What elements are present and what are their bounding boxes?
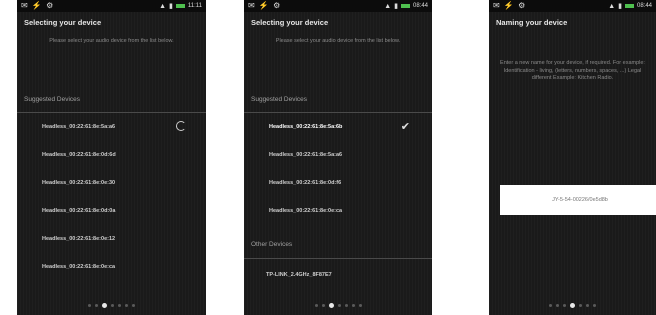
device-item[interactable]: Headless_00:22:61:8e:5a:a6 (17, 116, 206, 140)
page-dot[interactable] (351, 304, 355, 307)
page-title: Selecting your device (24, 18, 102, 27)
device-item-selected[interactable]: Headless_00:22:61:8e:5a:6b ✔ (244, 116, 432, 140)
page-title: Selecting your device (251, 18, 329, 27)
status-right: ▲ ▮ 11:11 (159, 2, 202, 11)
page-dot[interactable] (132, 304, 135, 307)
signal-icon: ▮ (394, 3, 398, 10)
device-item[interactable]: Headless_00:22:61:8e:0d:0a (17, 200, 206, 224)
wifi-icon: ▲ (159, 2, 167, 10)
device-label: Headless_00:22:61:8e:0d:f6 (269, 180, 342, 186)
page-indicator (489, 303, 656, 308)
instructions-text: Please select your audio device from the… (275, 38, 401, 44)
section-divider (17, 112, 206, 113)
instructions-text: Enter a new name for your device, if req… (500, 60, 645, 82)
status-bar: ✉ ⚡ ⚙ ▲ ▮ 11:11 (17, 0, 206, 12)
page-title: Naming your device (496, 18, 568, 27)
page-dot-active[interactable] (328, 303, 334, 308)
notification-icons: ✉ ⚡ ⚙ (248, 1, 282, 10)
device-item[interactable]: Headless_00:22:61:8e:0e:ca (244, 200, 432, 224)
phone-screen-3: ✉ ⚡ ⚙ ▲ ▮ 08:44 Naming your device Enter… (489, 0, 656, 315)
page-dot-active[interactable] (102, 303, 107, 308)
device-item[interactable]: Headless_00:22:61:8e:5a:a6 (244, 144, 432, 168)
device-label: Headless_00:22:61:8e:0e:ca (269, 208, 343, 214)
device-label: Headless_00:22:61:8e:0e:12 (42, 236, 116, 242)
device-label: Headless_00:22:61:8e:0d:6d (42, 152, 116, 158)
page-dot[interactable] (118, 304, 121, 307)
device-item[interactable]: Headless_00:22:61:8e:0d:6d (17, 144, 206, 168)
page-dot[interactable] (337, 304, 341, 307)
section-divider (244, 112, 432, 113)
page-dot[interactable] (111, 304, 114, 307)
device-item[interactable]: TP-LINK_2.4GHz_8F87E7 (244, 264, 432, 288)
device-label: TP-LINK_2.4GHz_8F87E7 (266, 272, 332, 278)
checkmark-icon: ✔ (400, 121, 410, 133)
signal-icon: ▮ (169, 3, 173, 10)
status-bar: ✉ ⚡ ⚙ ▲ ▮ 08:44 (244, 0, 432, 12)
wifi-icon: ▲ (384, 2, 392, 10)
status-time: 11:11 (187, 3, 202, 9)
other-devices-header: Other Devices (251, 241, 293, 248)
wifi-icon: ▲ (608, 2, 616, 10)
page-dot[interactable] (321, 304, 325, 307)
battery-icon (400, 4, 410, 8)
signal-icon: ▮ (618, 3, 622, 10)
page-dot[interactable] (95, 304, 98, 307)
page-dot[interactable] (88, 304, 91, 307)
device-label: Headless_00:22:61:8e:0e:ca (42, 264, 116, 270)
battery-icon (624, 4, 634, 8)
suggested-devices-header: Suggested Devices (251, 96, 308, 103)
status-bar: ✉ ⚡ ⚙ ▲ ▮ 08:44 (489, 0, 656, 12)
page-dot[interactable] (563, 304, 566, 307)
page-dot[interactable] (586, 304, 589, 307)
status-time: 08:44 (412, 3, 428, 9)
instructions-text: Please select your audio device from the… (49, 38, 174, 44)
page-indicator (244, 303, 432, 308)
page-dot[interactable] (358, 304, 362, 307)
page-dot[interactable] (593, 304, 596, 307)
page-dot[interactable] (125, 304, 128, 307)
device-item[interactable]: Headless_00:22:61:8e:0e:12 (17, 228, 206, 252)
device-label: Headless_00:22:61:8e:5a:a6 (42, 124, 116, 130)
notification-icons: ✉ ⚡ ⚙ (21, 1, 55, 10)
phone-screen-2: ✉ ⚡ ⚙ ▲ ▮ 08:44 Selecting your device Pl… (244, 0, 432, 315)
page-dot[interactable] (344, 304, 348, 307)
page-dot[interactable] (314, 304, 318, 307)
section-divider (244, 258, 432, 259)
status-right: ▲ ▮ 08:44 (608, 2, 652, 11)
device-item[interactable]: Headless_00:22:61:8e:0e:30 (17, 172, 206, 196)
phone-screen-1: ✉ ⚡ ⚙ ▲ ▮ 11:11 Selecting your device Pl… (17, 0, 206, 315)
device-item[interactable]: Headless_00:22:61:8e:0e:ca (17, 256, 206, 280)
suggested-devices-header: Suggested Devices (24, 96, 81, 103)
page-dot[interactable] (556, 304, 559, 307)
page-dot[interactable] (549, 304, 552, 307)
status-right: ▲ ▮ 08:44 (384, 2, 428, 11)
status-time: 08:44 (636, 3, 652, 9)
device-name-input[interactable]: JY-5-54-00226/0e5d8b (500, 185, 656, 215)
device-item[interactable]: Headless_00:22:61:8e:0d:f6 (244, 172, 432, 196)
loading-spinner-icon (176, 121, 186, 131)
device-label: Headless_00:22:61:8e:5a:6b (269, 124, 343, 130)
page-dot[interactable] (579, 304, 582, 307)
page-dot-active[interactable] (570, 303, 575, 308)
device-label: Headless_00:22:61:8e:5a:a6 (269, 152, 343, 158)
battery-icon (175, 4, 185, 8)
page-indicator (17, 303, 206, 308)
device-label: Headless_00:22:61:8e:0d:0a (42, 208, 116, 214)
device-label: Headless_00:22:61:8e:0e:30 (42, 180, 116, 186)
notification-icons: ✉ ⚡ ⚙ (493, 1, 527, 10)
